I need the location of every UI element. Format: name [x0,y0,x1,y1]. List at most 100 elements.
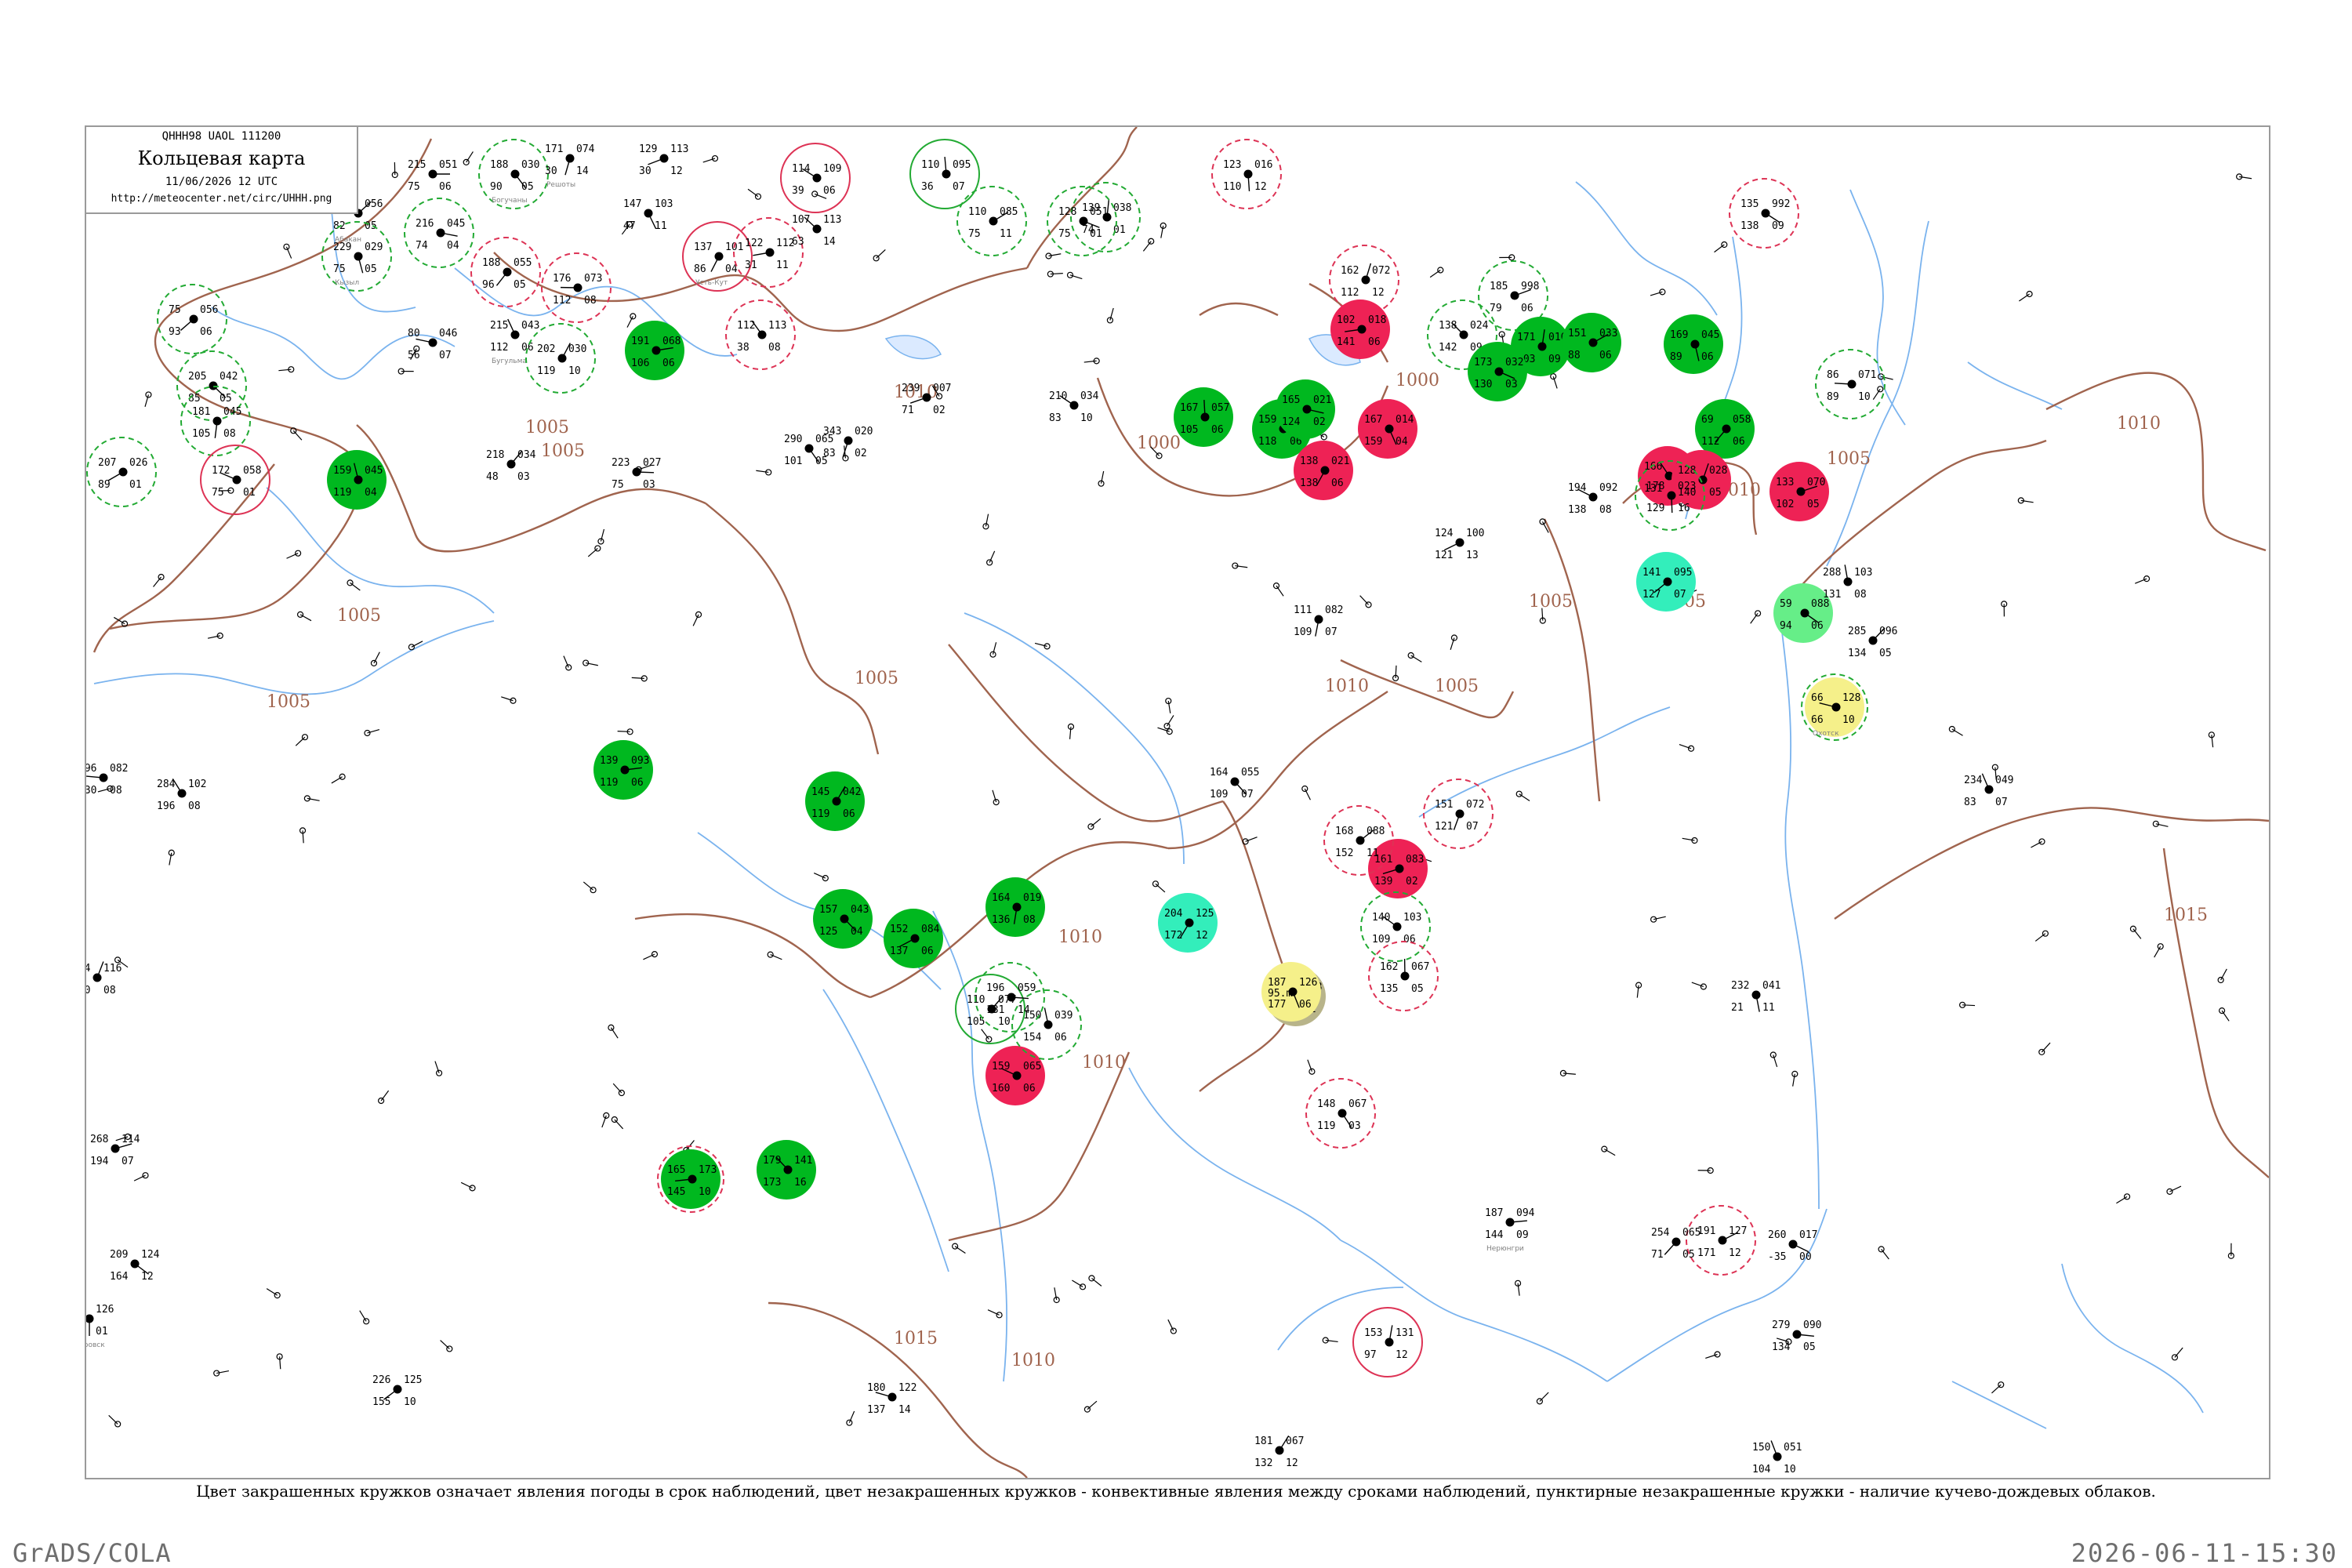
station-plot[interactable]: 171 074 30 14Решоты [545,143,595,189]
station-plot[interactable]: 191 068 106 06 [625,321,684,380]
station-plot[interactable]: 232 041 21 11 [1731,980,1780,1014]
station-plot[interactable]: 86 071 89 10 [1815,349,1886,419]
station-value: 029 [365,241,383,253]
station-plot[interactable]: 102 018 141 06 [1330,299,1390,359]
station-plot[interactable]: 191 127171 12 [1686,1205,1756,1276]
station-plot[interactable]: 173 032 130 03 [1468,342,1527,401]
station-plot[interactable]: 207 026 89 01 [86,437,157,507]
station-plot[interactable]: 284 102 196 08 [157,778,206,812]
station-plot[interactable]: 148 067 119 03 [1305,1078,1376,1149]
station-plot[interactable]: 123 016 110 12 [1211,139,1282,209]
station-plot[interactable]: 223 027 75 03 [612,457,661,491]
station-value: 045 [365,465,383,477]
station-plot[interactable]: 181 067 132 12 [1254,1435,1304,1469]
wind-barb [359,1310,367,1322]
station-value: 06 [1211,424,1224,436]
station-plot[interactable]: 288 103 131 08 [1823,564,1872,601]
station-value: 08 [1854,589,1867,601]
station-plot[interactable]: 204 125 172 12 [1158,893,1218,953]
station-value: 051 [1784,1442,1802,1454]
station-plot[interactable]: 187 126 177 06 95.m [1261,962,1321,1022]
station-value: 268 [90,1134,108,1145]
station-plot[interactable]: 153 131 97 12 [1352,1307,1423,1377]
station-value: 06 [1733,436,1745,448]
station-plot[interactable]: 75 056 93 06 [157,284,227,354]
station-plot[interactable]: 151 072 121 07 [1423,779,1494,849]
wind-barb [266,1288,278,1296]
station-value: 71 [1651,1249,1664,1261]
station-plot[interactable]: 167 057 105 06 [1174,387,1233,447]
station-plot[interactable]: 129 113 30 12 [639,143,688,177]
station-plot[interactable]: 114 109 39 06 [780,143,851,213]
station-plot[interactable]: 172 058 75 01 [200,445,270,515]
station-plot[interactable]: 110 085 75 11 [956,186,1027,256]
station-plot[interactable]: 194 092 138 08 [1568,482,1617,516]
station-plot[interactable]: 141 095 127 07 [1636,552,1696,612]
station-plot[interactable]: 209 124 164 12 [110,1249,160,1283]
station-plot[interactable]: 254 116 200 08 [86,961,122,996]
station-plot[interactable]: 107 113 63 14 [792,214,841,248]
station-plot[interactable]: 157 043 125 04 [813,889,873,949]
station-plot[interactable]: 180 122 137 14 [867,1382,916,1416]
station-plot[interactable]: 296 082 130 08 [86,763,128,797]
station-plot[interactable]: 234 049 83 07 [1964,773,2013,808]
wind-barb [1881,1248,1889,1260]
station-plot[interactable]: 268 114 194 07 [90,1134,140,1167]
station-plot[interactable]: 188 055 96 05 [470,237,541,307]
station-value: 173 [763,1177,781,1189]
station-plot[interactable]: 19412618601Хабаровск [86,1304,114,1349]
station-plot[interactable]: 215 051 75 06 [408,159,457,193]
station-plot[interactable]: 279 090 134 05 [1772,1319,1821,1353]
station-plot[interactable]: 202 030 119 10 [525,323,596,394]
station-plot[interactable]: 218 034 48 03 [486,449,536,483]
station-plot[interactable]: 139 093 119 06 [593,740,653,800]
station-plot[interactable]: 138 021 138 06 [1294,441,1353,500]
station-plot[interactable]: 145 042 119 06 [805,771,865,831]
station-plot[interactable]: 167 014 159 04 [1358,399,1417,459]
station-plot[interactable]: 159 045 119 04 [327,450,387,510]
station-plot[interactable]: 135 992 138 09 [1729,178,1799,249]
station-value: 11 [655,220,667,232]
station-plot[interactable]: 216 045 74 04 [404,198,474,268]
station-plot[interactable]: 133 070 102 05 [1769,462,1829,521]
station-plot[interactable]: 69 058 112 06 [1695,399,1755,459]
station-plot[interactable]: 164 019 136 08 [985,877,1045,937]
station-value: 75 [408,181,420,193]
station-plot[interactable]: 187 094 144 09 Нерюнгри [1485,1207,1535,1253]
station-plot[interactable]: 165 021 124 02 [1276,379,1335,439]
station-plot[interactable]: 215 043 112 06 Бугульма [490,318,539,365]
station-value: 147 [623,198,641,210]
station-value: 148 [1317,1098,1335,1110]
station-plot[interactable]: 210 034 83 10 [1049,390,1099,424]
station-plot[interactable]: 152 084 137 06 [884,909,943,968]
station-value: 125 [1196,908,1214,920]
station-plot[interactable]: 229 029 75 05 Кызыл [321,221,392,292]
station-plot[interactable]: 147 103 47 11 [623,198,673,232]
station-value: 134 [1848,648,1867,659]
station-plot[interactable]: 15005110410Тында [1752,1440,1802,1478]
station-value: 122 [898,1382,916,1394]
station-plot[interactable]: 111 082 109 07 [1294,604,1343,638]
station-plot[interactable]: 188 030 90 05 Богучаны [478,139,549,209]
station-plot[interactable]: 162 067 135 05 [1368,941,1439,1011]
station-plot[interactable]: 169 045 89 06 [1664,314,1723,374]
station-plot[interactable]: 260 017 -35 00 [1768,1229,1817,1263]
station-plot[interactable]: 285 096 134 05 [1848,626,1897,659]
station-plot[interactable]: 140 103109 06 [1360,891,1431,962]
station-plot[interactable]: 66 128 66 10Охотск [1801,673,1868,741]
station-plot[interactable]: 159 065 160 06 [985,1046,1045,1105]
station-value: 343 [823,426,841,437]
station-plot[interactable]: 137 10186 04Усть-Кут [682,221,753,292]
station-plot[interactable]: 226 125 155 10 [372,1374,422,1408]
station-plot[interactable]: 165 173 145 10 [657,1145,724,1213]
station-plot[interactable]: 151 033 88 06 [1562,313,1621,372]
station-plot[interactable]: 110 095 36 07 [909,139,980,209]
station-value: 03 [1505,379,1518,390]
station-plot[interactable]: 179 141 173 16 [757,1140,816,1200]
station-value: 11 [1762,1002,1775,1014]
station-plot[interactable]: 164 055 109 07 [1210,767,1259,800]
station-plot[interactable]: 112 113 38 08 [725,299,796,370]
station-value: 215 [490,320,508,332]
station-plot[interactable]: 254 065 71 05 [1651,1227,1700,1261]
station-plot[interactable]: 124 100 121 13 [1435,528,1484,561]
